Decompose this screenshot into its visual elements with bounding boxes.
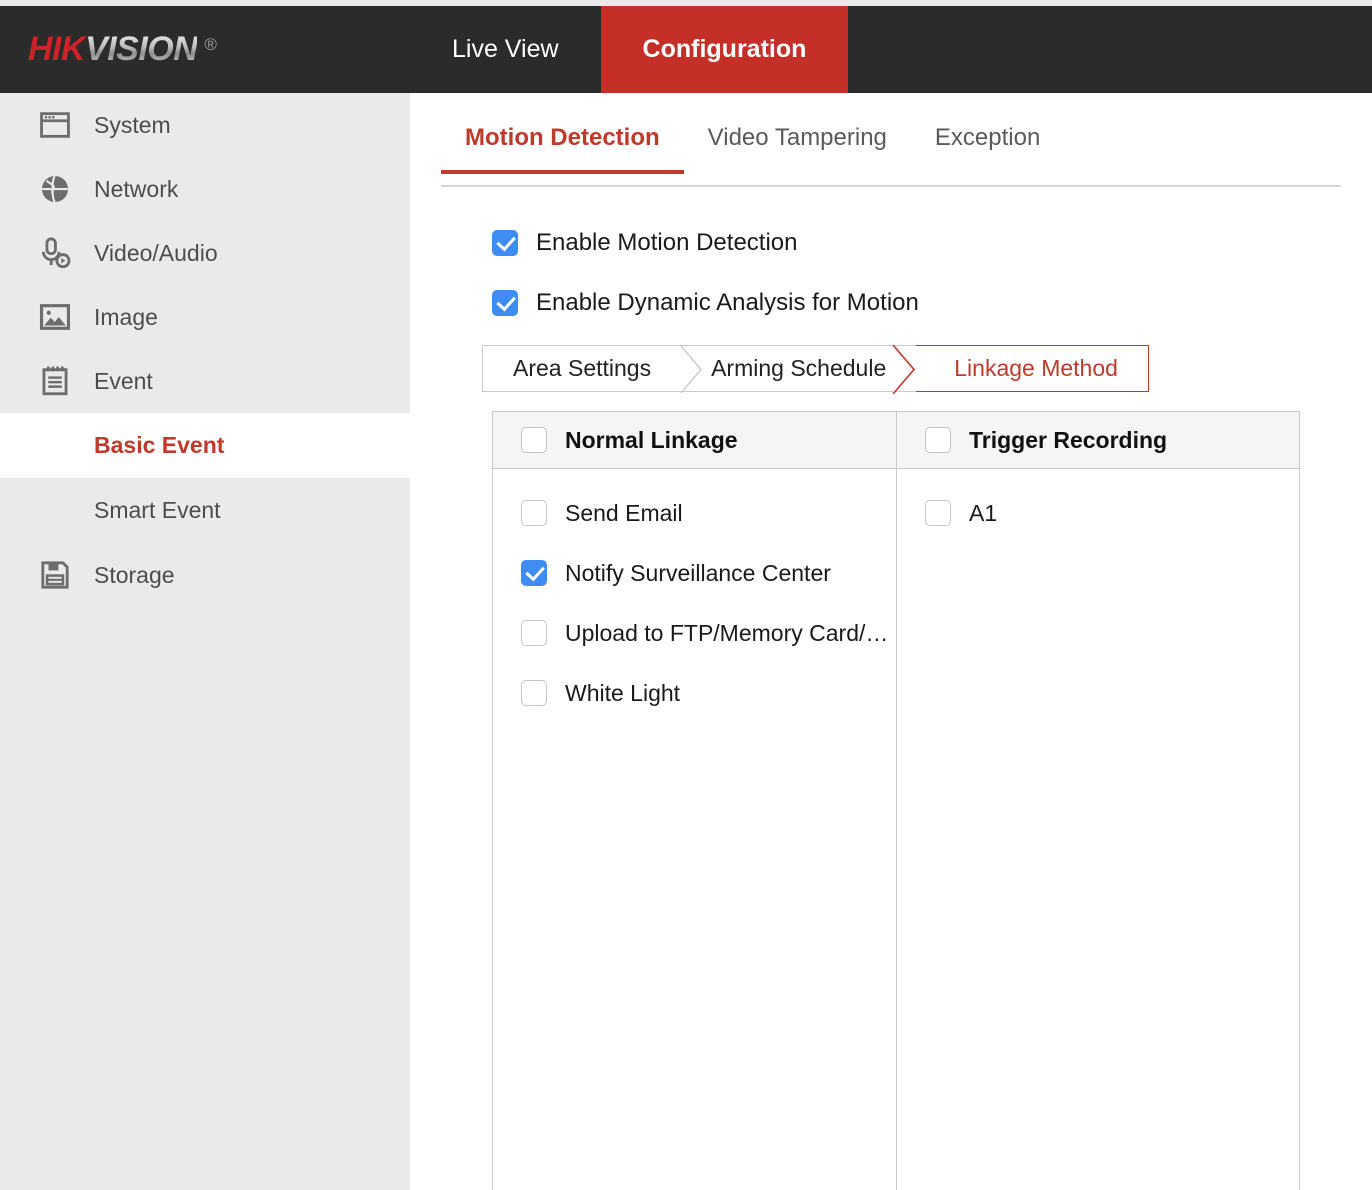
list-item-label: White Light [565, 680, 680, 707]
sidebar-item-label: Basic Event [94, 432, 224, 459]
normal-linkage-header-label: Normal Linkage [565, 427, 738, 454]
window-icon [36, 106, 74, 144]
trigger-recording-select-all-checkbox[interactable] [925, 427, 951, 453]
step-linkage-method[interactable]: Linkage Method [916, 345, 1149, 392]
main-nav: Live View Configuration [410, 6, 848, 93]
sidebar-item-video-audio[interactable]: Video/Audio [0, 221, 410, 285]
nav-tab-configuration[interactable]: Configuration [601, 6, 849, 93]
sidebar-item-label: Video/Audio [94, 240, 218, 267]
sidebar-item-label: Storage [94, 562, 175, 589]
step-label: Area Settings [513, 355, 651, 382]
sidebar-item-network[interactable]: Network [0, 157, 410, 221]
normal-linkage-select-all-checkbox[interactable] [521, 427, 547, 453]
trigger-recording-list: A1 [897, 469, 1299, 543]
send-email-checkbox[interactable] [521, 500, 547, 526]
sidebar-item-system[interactable]: System [0, 93, 410, 157]
list-item-label: Upload to FTP/Memory Card/… [565, 620, 888, 647]
logo-vision-text: VISION [85, 30, 197, 69]
tab-exception[interactable]: Exception [911, 124, 1064, 172]
trigger-recording-column: Trigger Recording A1 [896, 411, 1300, 1190]
enable-dynamic-analysis-label: Enable Dynamic Analysis for Motion [536, 289, 919, 317]
sidebar-item-event[interactable]: Event [0, 349, 410, 413]
floppy-disk-icon [36, 556, 74, 594]
list-item-send-email[interactable]: Send Email [493, 483, 896, 543]
motion-detection-tabbar: Motion Detection Video Tampering Excepti… [441, 124, 1341, 187]
normal-linkage-header[interactable]: Normal Linkage [493, 411, 896, 469]
normal-linkage-column: Normal Linkage Send Email Notify Surveil… [492, 411, 896, 1190]
sidebar-item-label: Network [94, 176, 178, 203]
sidebar-item-label: Image [94, 304, 158, 331]
sidebar-item-label: Event [94, 368, 153, 395]
step-label: Linkage Method [954, 355, 1118, 382]
list-item-label: A1 [969, 500, 997, 527]
step-area-settings[interactable]: Area Settings [482, 345, 681, 392]
trigger-recording-header[interactable]: Trigger Recording [897, 411, 1299, 469]
nav-tab-live-view[interactable]: Live View [410, 6, 601, 93]
normal-linkage-list: Send Email Notify Surveillance Center Up… [493, 469, 896, 723]
sidebar-item-label: Smart Event [94, 497, 221, 524]
list-item-a1[interactable]: A1 [897, 483, 1299, 543]
step-label: Arming Schedule [711, 355, 886, 382]
list-item-notify-surveillance-center[interactable]: Notify Surveillance Center [493, 543, 896, 603]
hikvision-logo: HIKVISION ® [28, 30, 216, 69]
list-item-label: Notify Surveillance Center [565, 560, 831, 587]
a1-checkbox[interactable] [925, 500, 951, 526]
sidebar-item-label: System [94, 112, 171, 139]
white-light-checkbox[interactable] [521, 680, 547, 706]
enable-dynamic-analysis-row[interactable]: Enable Dynamic Analysis for Motion [492, 289, 919, 317]
linkage-stepper: Area Settings Arming Schedule Linkage Me… [482, 345, 1149, 392]
main-content: Motion Detection Video Tampering Excepti… [410, 93, 1372, 1190]
microphone-play-icon [36, 234, 74, 272]
enable-dynamic-analysis-checkbox[interactable] [492, 290, 518, 316]
enable-motion-detection-checkbox[interactable] [492, 230, 518, 256]
linkage-method-table: Normal Linkage Send Email Notify Surveil… [492, 411, 1300, 1190]
hikvision-configuration-page: HIKVISION ® Live View Configuration Syste… [0, 0, 1372, 1190]
sidebar-item-basic-event[interactable]: Basic Event [0, 413, 410, 478]
brand-logo: HIKVISION ® [0, 6, 410, 93]
trigger-recording-header-label: Trigger Recording [969, 427, 1167, 454]
notepad-icon [36, 362, 74, 400]
step-arming-schedule[interactable]: Arming Schedule [681, 345, 916, 392]
sidebar: System Network [0, 93, 410, 1190]
app-header: HIKVISION ® Live View Configuration [0, 6, 1372, 93]
list-item-white-light[interactable]: White Light [493, 663, 896, 723]
picture-icon [36, 298, 74, 336]
notify-surveillance-center-checkbox[interactable] [521, 560, 547, 586]
enable-motion-detection-label: Enable Motion Detection [536, 229, 798, 257]
sidebar-item-smart-event[interactable]: Smart Event [0, 478, 410, 543]
registered-trademark-icon: ® [204, 35, 216, 55]
tab-motion-detection[interactable]: Motion Detection [441, 124, 684, 172]
list-item-upload-to-ftp[interactable]: Upload to FTP/Memory Card/… [493, 603, 896, 663]
tab-video-tampering[interactable]: Video Tampering [684, 124, 911, 172]
upload-to-ftp-checkbox[interactable] [521, 620, 547, 646]
globe-icon [36, 170, 74, 208]
logo-hik-text: HIK [28, 30, 85, 69]
sidebar-item-storage[interactable]: Storage [0, 543, 410, 607]
enable-motion-detection-row[interactable]: Enable Motion Detection [492, 229, 798, 257]
list-item-label: Send Email [565, 500, 683, 527]
sidebar-item-image[interactable]: Image [0, 285, 410, 349]
